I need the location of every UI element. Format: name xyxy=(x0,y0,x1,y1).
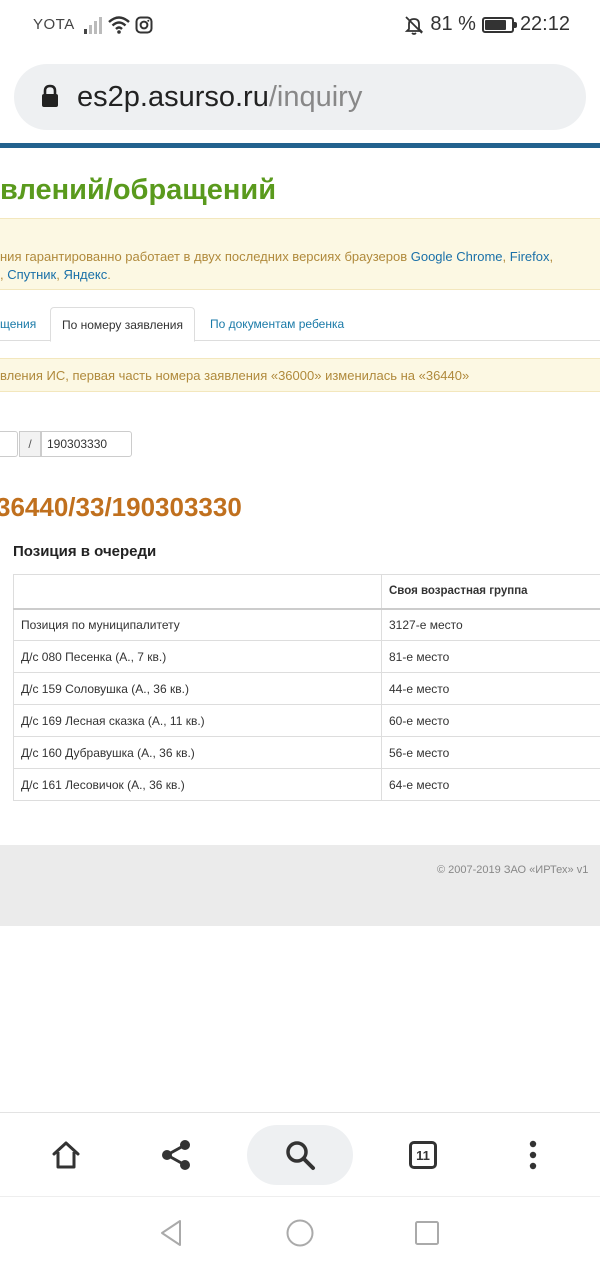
home-circle-icon xyxy=(286,1219,314,1247)
warning-end: . xyxy=(107,267,111,282)
copyright: © 2007-2019 ЗАО «ИРТех» v1 xyxy=(437,864,589,876)
page-footer: © 2007-2019 ЗАО «ИРТех» v1 xyxy=(0,845,600,926)
application-number: 36440/33/190303330 xyxy=(0,492,242,522)
column-header: Своя возрастная группа xyxy=(381,574,600,610)
share-icon xyxy=(162,1140,190,1170)
number-separator: / xyxy=(19,431,41,457)
warning-line-2: , Спутник, Яндекс. xyxy=(0,267,111,282)
link-yandex[interactable]: Яндекс xyxy=(63,267,107,282)
header-rule xyxy=(0,143,600,148)
warning-sep: , xyxy=(549,249,554,264)
wifi-icon xyxy=(108,16,130,34)
bell-off-icon xyxy=(405,15,424,35)
more-button[interactable] xyxy=(511,1133,555,1177)
warning-sep: , xyxy=(502,249,510,264)
system-navigation xyxy=(0,1196,600,1266)
kindergarten-name: Позиция по муниципалитету xyxy=(13,608,382,641)
table-row: Д/с 161 Лесовичок (А., 36 кв.) 64-е мест… xyxy=(13,768,600,801)
info-notice: вления ИС, первая часть номера заявления… xyxy=(0,358,600,392)
link-sputnik[interactable]: Спутник xyxy=(7,267,56,282)
queue-position: 81-е место xyxy=(381,640,600,673)
queue-table: Своя возрастная группа Позиция по муници… xyxy=(13,574,600,801)
url-text[interactable]: es2p.asurso.ru/inquiry xyxy=(77,81,362,114)
tab-by-child-documents[interactable]: По документам ребенка xyxy=(210,307,344,341)
home-nav-button[interactable] xyxy=(282,1215,318,1251)
number-part-input[interactable] xyxy=(0,431,18,457)
tab-appeals[interactable]: щения xyxy=(0,307,36,341)
back-triangle-icon xyxy=(161,1220,181,1246)
queue-position: 60-е место xyxy=(381,704,600,737)
share-button[interactable] xyxy=(154,1133,198,1177)
search-icon xyxy=(286,1141,315,1170)
column-header xyxy=(13,574,382,610)
back-button[interactable] xyxy=(153,1215,189,1251)
home-button[interactable] xyxy=(44,1133,88,1177)
url-domain: es2p.asurso.ru xyxy=(77,81,269,113)
address-bar[interactable]: es2p.asurso.ru/inquiry xyxy=(14,64,586,130)
queue-title: Позиция в очереди xyxy=(13,543,157,560)
link-google-chrome[interactable]: Google Chrome xyxy=(411,249,503,264)
queue-position: 64-е место xyxy=(381,768,600,801)
battery-icon xyxy=(481,16,517,33)
instagram-icon xyxy=(135,16,153,34)
warning-text: ния гарантированно работает в двух после… xyxy=(0,249,411,264)
table-row: Д/с 169 Лесная сказка (А., 11 кв.) 60-е … xyxy=(13,704,600,737)
link-firefox[interactable]: Firefox xyxy=(510,249,550,264)
recents-square-icon xyxy=(415,1221,439,1245)
table-row: Позиция по муниципалитету 3127-е место xyxy=(13,608,600,641)
home-icon xyxy=(52,1141,80,1169)
queue-position: 3127-е место xyxy=(381,608,600,641)
kindergarten-name: Д/с 080 Песенка (А., 7 кв.) xyxy=(13,640,382,673)
tabs-button[interactable]: 11 xyxy=(401,1133,445,1177)
url-path: /inquiry xyxy=(268,81,363,113)
status-icons xyxy=(83,14,153,36)
kindergarten-name: Д/с 161 Лесовичок (А., 36 кв.) xyxy=(13,768,382,801)
queue-position: 56-е место xyxy=(381,736,600,769)
more-icon xyxy=(529,1140,537,1170)
recents-button[interactable] xyxy=(409,1215,445,1251)
table-header-row: Своя возрастная группа xyxy=(13,574,600,610)
battery-percent: 81 % xyxy=(430,13,476,35)
browser-toolbar: 11 xyxy=(0,1112,600,1196)
table-row: Д/с 080 Песенка (А., 7 кв.) 81-е место xyxy=(13,640,600,673)
warning-line-1: ния гарантированно работает в двух после… xyxy=(0,249,553,264)
tab-by-application-number[interactable]: По номеру заявления xyxy=(50,307,196,342)
browser-warning: ния гарантированно работает в двух после… xyxy=(0,218,600,290)
signal-icon xyxy=(84,17,102,34)
kindergarten-name: Д/с 169 Лесная сказка (А., 11 кв.) xyxy=(13,704,382,737)
carrier-label: YOTA xyxy=(33,16,75,33)
status-right: 81 % 22:12 xyxy=(404,13,570,36)
kindergarten-name: Д/с 160 Дубравушка (А., 36 кв.) xyxy=(13,736,382,769)
search-tabs: щения По номеру заявления По документам … xyxy=(0,307,600,342)
number-input[interactable]: 190303330 xyxy=(41,431,132,457)
page-title: влений/обращений xyxy=(0,174,277,206)
kindergarten-name: Д/с 159 Соловушка (А., 36 кв.) xyxy=(13,672,382,705)
clock: 22:12 xyxy=(519,13,570,35)
table-row: Д/с 159 Соловушка (А., 36 кв.) 44-е мест… xyxy=(13,672,600,705)
lock-icon xyxy=(42,84,58,107)
search-button[interactable] xyxy=(247,1125,353,1185)
queue-position: 44-е место xyxy=(381,672,600,705)
tabs-icon: 11 xyxy=(409,1141,437,1169)
info-text: вления ИС, первая часть номера заявления… xyxy=(0,368,470,383)
table-row: Д/с 160 Дубравушка (А., 36 кв.) 56-е мес… xyxy=(13,736,600,769)
status-bar: YOTA 81 % 22:12 xyxy=(0,0,600,50)
